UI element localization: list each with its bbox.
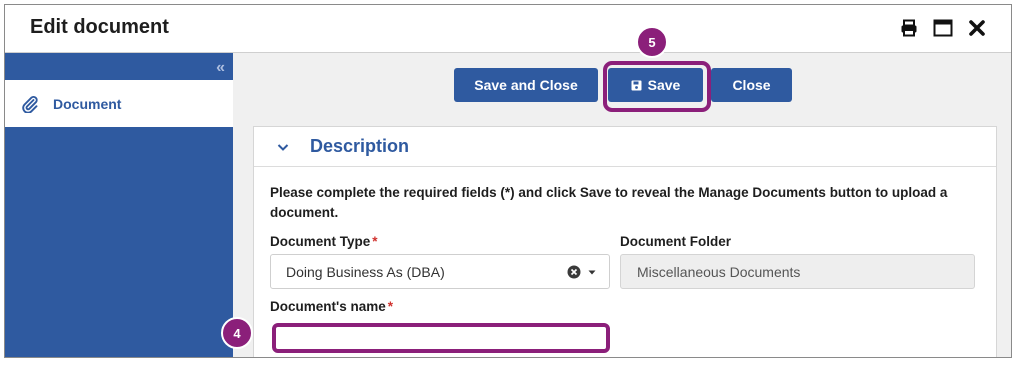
document-folder-field: Miscellaneous Documents xyxy=(620,254,975,289)
document-type-label-text: Document Type xyxy=(270,234,371,249)
title-bar: Edit document xyxy=(5,5,1011,53)
required-asterisk: * xyxy=(372,234,378,249)
document-name-input[interactable] xyxy=(272,323,610,353)
close-button[interactable]: Close xyxy=(711,68,792,102)
document-folder-label: Document Folder xyxy=(620,234,732,249)
edit-document-window: Edit document « Document Save and Close … xyxy=(4,4,1012,358)
save-and-close-button[interactable]: Save and Close xyxy=(454,68,598,102)
clear-selection-icon[interactable] xyxy=(567,265,581,279)
instructions-text: Please complete the required fields (*) … xyxy=(270,185,948,220)
document-type-select[interactable]: Doing Business As (DBA) xyxy=(270,254,610,289)
description-panel: Description Please complete the required… xyxy=(221,126,997,357)
step-badge-save: 5 xyxy=(636,26,668,58)
collapse-sidebar-button[interactable]: « xyxy=(216,59,225,77)
window-title: Edit document xyxy=(30,16,169,38)
document-name-label-text: Document's name xyxy=(270,299,386,314)
sidebar: « Document xyxy=(5,53,233,357)
step-badge-name: 4 xyxy=(221,317,253,349)
printer-icon[interactable] xyxy=(899,18,919,38)
window-controls xyxy=(899,18,987,38)
sidebar-item-document[interactable]: Document xyxy=(5,80,233,127)
description-panel-header[interactable]: Description xyxy=(254,127,996,167)
required-asterisk: * xyxy=(387,299,394,314)
save-and-close-label: Save and Close xyxy=(474,77,578,93)
save-highlight-outline xyxy=(603,61,711,112)
close-label: Close xyxy=(732,77,771,93)
dropdown-caret-icon[interactable] xyxy=(587,267,597,277)
document-type-value: Doing Business As (DBA) xyxy=(286,263,445,280)
document-name-label: Document's name * xyxy=(270,299,393,314)
maximize-icon[interactable] xyxy=(933,18,953,38)
document-type-label: Document Type * xyxy=(270,234,378,249)
close-icon[interactable] xyxy=(967,18,987,38)
paperclip-icon xyxy=(21,95,39,114)
panel-title: Description xyxy=(310,136,410,156)
main-content: Save and Close Save Close 5 Description … xyxy=(221,26,1011,357)
sidebar-item-label: Document xyxy=(53,95,122,112)
chevron-down-icon[interactable] xyxy=(276,140,290,154)
